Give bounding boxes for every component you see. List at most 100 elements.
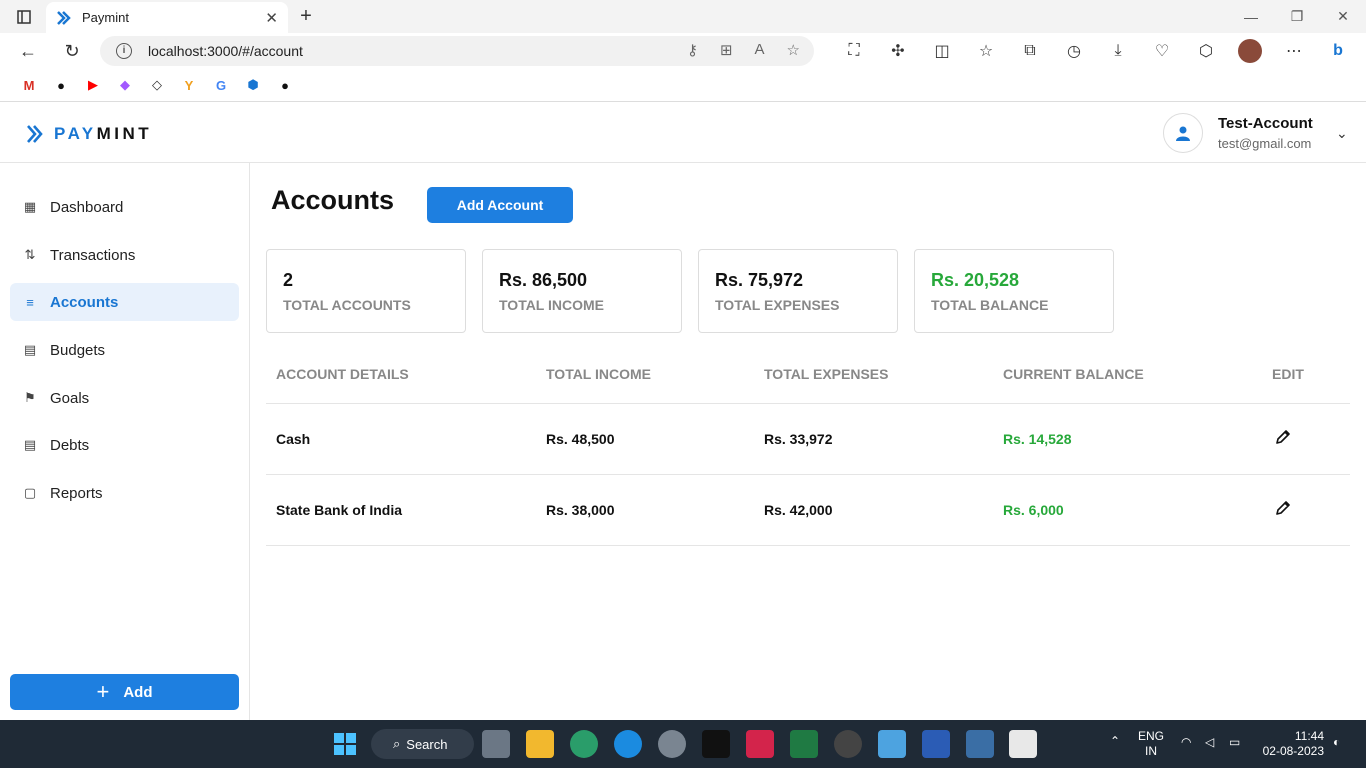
refresh-icon[interactable]: ↻ xyxy=(57,36,87,66)
collections-icon[interactable]: ⧉ xyxy=(1008,36,1052,66)
card-value: Rs. 20,528 xyxy=(931,270,1020,290)
excel-icon[interactable] xyxy=(790,730,818,758)
battery-icon[interactable]: ▭ xyxy=(1229,735,1240,749)
sidebar-item-label: Debts xyxy=(50,436,90,454)
edit-pencil-icon[interactable] xyxy=(1274,428,1292,446)
sidebar-item-transactions[interactable]: ⇅ Transactions xyxy=(10,236,239,274)
edge-dev-icon[interactable] xyxy=(570,730,598,758)
table-row: Cash Rs. 48,500 Rs. 33,972 Rs. 14,528 xyxy=(266,404,1350,475)
word-icon[interactable] xyxy=(922,730,950,758)
clock[interactable]: 11:44 02-08-2023 xyxy=(1258,729,1324,759)
close-window-icon[interactable]: ✕ xyxy=(1320,0,1366,33)
more-menu-icon[interactable]: ⋯ xyxy=(1272,36,1316,66)
summary-card-total-expenses: Rs. 75,972 TOTAL EXPENSES xyxy=(698,249,898,333)
file-explorer-icon[interactable] xyxy=(526,730,554,758)
snipping-tool-icon[interactable] xyxy=(1009,730,1037,758)
account-expenses: Rs. 42,000 xyxy=(764,502,833,518)
split-screen-icon[interactable]: ◫ xyxy=(920,36,964,66)
sidebar-item-debts[interactable]: ▤ Debts xyxy=(10,426,239,464)
minimize-icon[interactable]: — xyxy=(1228,0,1274,33)
browser-tab-bar: Paymint ✕ + — ❐ ✕ xyxy=(0,0,1366,33)
share-bookmark-icon[interactable]: ⬢ xyxy=(237,73,269,97)
card-label: TOTAL INCOME xyxy=(499,297,604,313)
wifi-icon[interactable]: ◠ xyxy=(1181,735,1191,749)
logo-mark-icon xyxy=(27,125,43,143)
favorite-star-icon[interactable]: ☆ xyxy=(787,41,800,59)
github2-bookmark-icon[interactable]: ● xyxy=(269,73,301,97)
sidebar-item-label: Accounts xyxy=(50,293,119,311)
browser-tab[interactable]: Paymint ✕ xyxy=(46,2,288,33)
accounts-table: ACCOUNT DETAILS TOTAL INCOME TOTAL EXPEN… xyxy=(266,349,1350,546)
y-bookmark-icon[interactable]: Y xyxy=(173,73,205,97)
edit-pencil-icon[interactable] xyxy=(1274,499,1292,517)
task-view-icon[interactable] xyxy=(482,730,510,758)
vscode-icon[interactable] xyxy=(966,730,994,758)
logo-mint-text: MINT xyxy=(96,124,153,143)
add-button[interactable]: + Add xyxy=(10,674,239,710)
database-icon: ≡ xyxy=(26,294,34,310)
volume-icon[interactable]: ◁ xyxy=(1205,735,1214,749)
apps-icon[interactable]: ⊞ xyxy=(720,41,733,59)
profile-avatar-icon[interactable] xyxy=(1228,36,1272,66)
read-aloud-icon[interactable]: A xyxy=(755,41,765,59)
user-avatar xyxy=(1163,113,1203,153)
google-bookmark-icon[interactable]: G xyxy=(205,73,237,97)
chevron-down-icon[interactable]: ⌄ xyxy=(1336,125,1348,142)
column-header: TOTAL EXPENSES xyxy=(764,366,889,382)
add-account-button[interactable]: Add Account xyxy=(427,187,573,223)
settings-icon[interactable] xyxy=(658,730,686,758)
favorites-icon[interactable]: ☆ xyxy=(964,36,1008,66)
column-header: TOTAL INCOME xyxy=(546,366,651,382)
summary-card-total-income: Rs. 86,500 TOTAL INCOME xyxy=(482,249,682,333)
user-menu[interactable]: Test-Account test@gmail.com xyxy=(1163,113,1313,153)
tab-title: Paymint xyxy=(82,10,129,25)
intellij-icon[interactable] xyxy=(746,730,774,758)
performance-icon[interactable]: ♡ xyxy=(1140,36,1184,66)
restore-icon[interactable]: ❐ xyxy=(1274,0,1320,33)
chevron-up-icon[interactable]: ⌃ xyxy=(1110,734,1120,748)
language-indicator[interactable]: ENG IN xyxy=(1138,729,1164,759)
screenshot-extension-icon[interactable]: ⛶ xyxy=(832,36,876,66)
sidebar-item-reports[interactable]: ▢ Reports xyxy=(10,474,239,512)
history-icon[interactable]: ◷ xyxy=(1052,36,1096,66)
edge-icon[interactable] xyxy=(614,730,642,758)
summary-card-total-balance: Rs. 20,528 TOTAL BALANCE xyxy=(914,249,1114,333)
downloads-icon[interactable]: ⤓ xyxy=(1096,36,1140,66)
sidebar-item-accounts[interactable]: ≡ Accounts xyxy=(10,283,239,321)
bing-copilot-icon[interactable]: b xyxy=(1316,36,1360,66)
region-code: IN xyxy=(1145,744,1157,758)
figma-bookmark-icon[interactable]: ◆ xyxy=(109,73,141,97)
key-icon[interactable]: ⚷ xyxy=(687,41,698,59)
taskbar-search[interactable]: ⌕ Search xyxy=(371,729,474,759)
notification-icon[interactable]: ◐ xyxy=(1333,735,1340,749)
sidebar-item-dashboard[interactable]: ▦ Dashboard xyxy=(10,188,239,226)
add-button-label: Add xyxy=(123,683,153,701)
sidebar-item-label: Dashboard xyxy=(50,198,124,216)
tab-actions-button[interactable] xyxy=(0,0,48,33)
windows-taskbar: ⌕ Search ⌃ ENG IN ◠ ◁ ▭ 11:44 02-08-2023… xyxy=(0,720,1366,768)
gmail-bookmark-icon[interactable]: M xyxy=(13,73,45,97)
extensions-icon[interactable]: ✣ xyxy=(876,36,920,66)
calendar-icon: ▤ xyxy=(23,342,37,357)
youtube-bookmark-icon[interactable]: ▶ xyxy=(77,73,109,97)
tab-close-icon[interactable]: ✕ xyxy=(265,9,278,27)
sidebar-item-budgets[interactable]: ▤ Budgets xyxy=(10,331,239,369)
site-info-icon[interactable]: i xyxy=(116,43,132,59)
table-row: State Bank of India Rs. 38,000 Rs. 42,00… xyxy=(266,475,1350,546)
terminal-icon[interactable] xyxy=(702,730,730,758)
column-header: ACCOUNT DETAILS xyxy=(276,366,409,382)
media-player-icon[interactable] xyxy=(834,730,862,758)
card-value: 2 xyxy=(283,270,294,290)
sidebar-item-goals[interactable]: ⚑ Goals xyxy=(10,379,239,417)
notepad-icon[interactable] xyxy=(878,730,906,758)
browser-essentials-icon[interactable]: ⬡ xyxy=(1184,36,1228,66)
back-icon[interactable]: ← xyxy=(13,36,43,66)
new-tab-icon[interactable]: + xyxy=(295,5,317,28)
calendar-icon: ▤ xyxy=(23,437,37,452)
github-bookmark-icon[interactable]: ● xyxy=(45,73,77,97)
windows-start-icon[interactable] xyxy=(331,730,359,758)
logo-pay-text: PAY xyxy=(54,124,97,143)
url-field[interactable]: i localhost:3000/#/account ⚷ ⊞ A ☆ xyxy=(100,36,814,66)
paymint-logo[interactable]: PAYMINT xyxy=(26,124,152,144)
codepen-bookmark-icon[interactable]: ◇ xyxy=(141,73,173,97)
